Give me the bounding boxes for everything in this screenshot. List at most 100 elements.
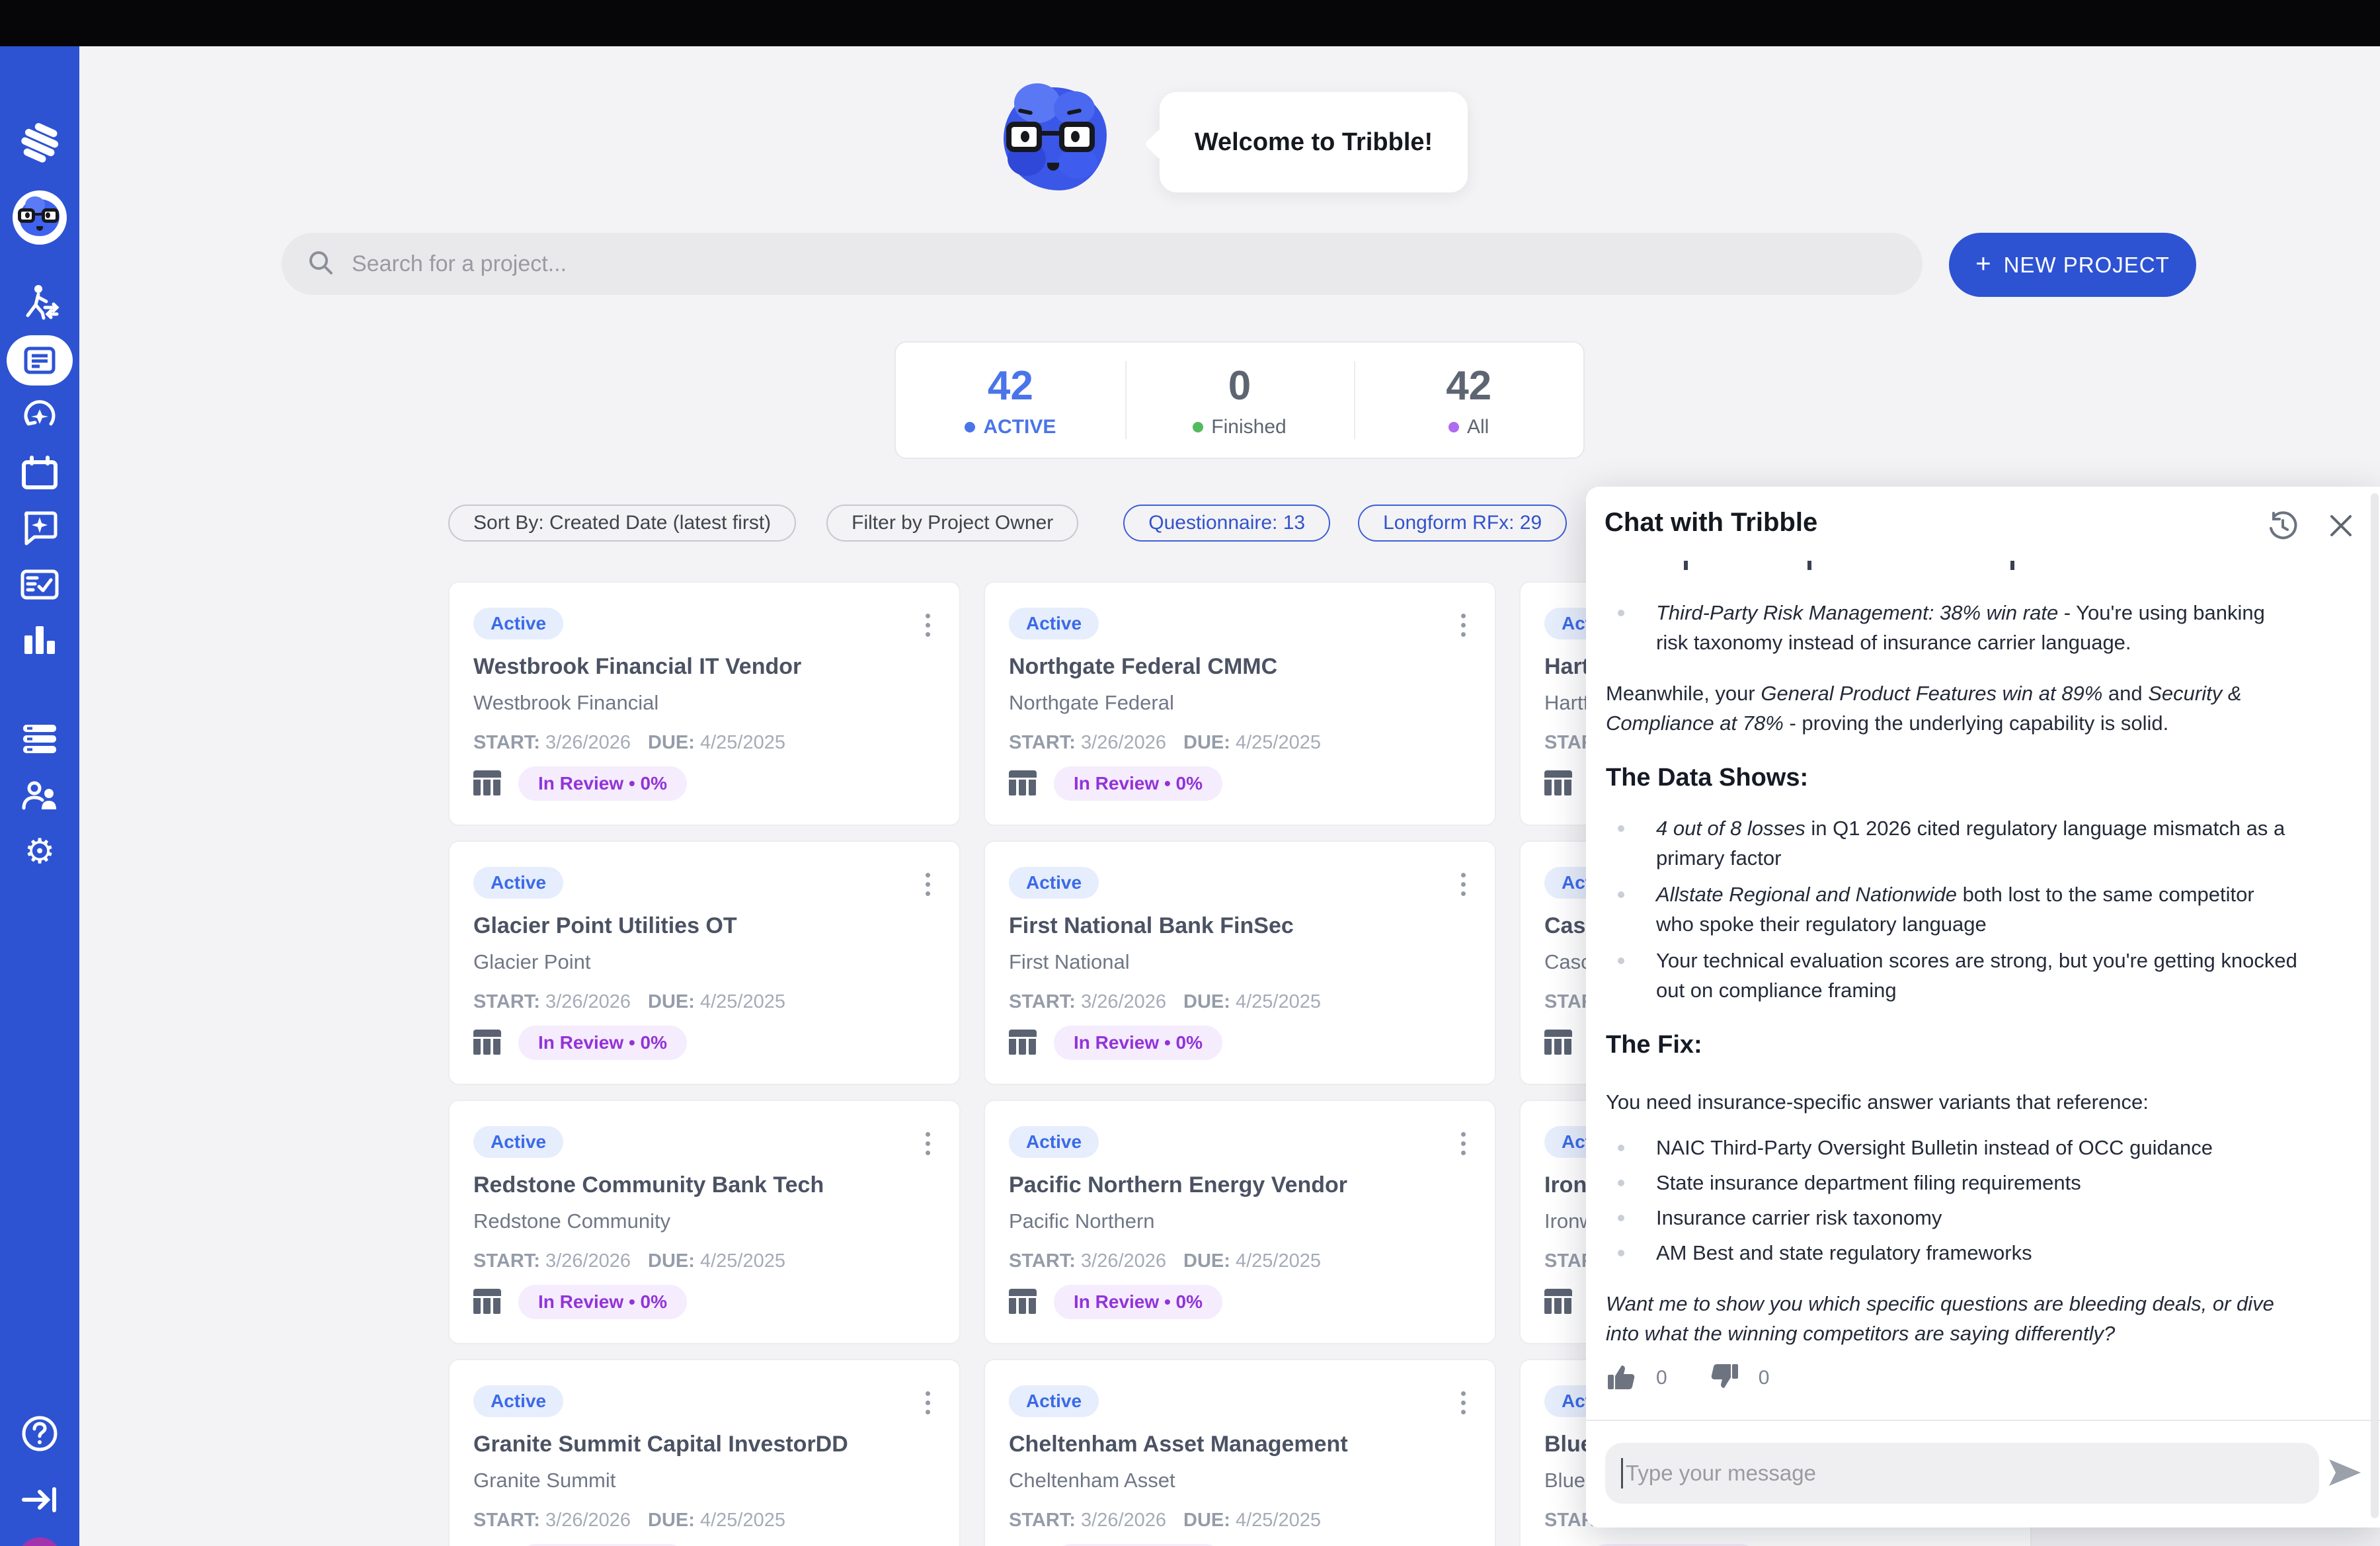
- stat-active[interactable]: 42 ACTIVE: [896, 343, 1125, 458]
- project-title: Westbrook Financial IT Vendor: [473, 654, 801, 680]
- all-dot: [1448, 422, 1459, 432]
- checklist-icon[interactable]: [0, 561, 79, 608]
- project-client: Redstone Community: [473, 1209, 670, 1233]
- card-menu-button[interactable]: [1448, 606, 1478, 643]
- due-label: DUE:: [648, 732, 695, 753]
- project-card[interactable]: Active Granite Summit Capital InvestorDD…: [448, 1359, 961, 1546]
- table-icon: [1544, 1289, 1572, 1315]
- project-search[interactable]: [282, 233, 1923, 295]
- sync-sparkle-icon[interactable]: [0, 393, 79, 440]
- history-icon[interactable]: [2267, 510, 2299, 542]
- sidebar: ⚙ TK: [0, 46, 79, 1546]
- settings-gear-icon[interactable]: ⚙: [0, 828, 79, 875]
- status-badge: Active: [1009, 867, 1099, 899]
- project-client: Westbrook Financial: [473, 691, 658, 715]
- project-dates: START: 3/26/2026DUE: 4/25/2025: [473, 991, 785, 1013]
- status-badge: Active: [1009, 1385, 1099, 1417]
- chat-bullet: Your technical evaluation scores are str…: [1606, 946, 2297, 1005]
- project-title: First National Bank FinSec: [1009, 913, 1294, 939]
- start-date: 3/26/2026: [545, 732, 631, 753]
- close-icon[interactable]: [2325, 510, 2357, 542]
- search-input[interactable]: [352, 251, 1806, 277]
- chat-message-input[interactable]: [1626, 1461, 2274, 1486]
- help-icon[interactable]: [0, 1410, 79, 1457]
- questionnaire-chip[interactable]: Questionnaire: 13: [1123, 505, 1330, 542]
- card-menu-button[interactable]: [1448, 1384, 1478, 1421]
- fix-list: NAIC Third-Party Oversight Bulletin inst…: [1606, 1133, 2297, 1268]
- status-badge: Active: [1009, 608, 1099, 639]
- due-label: DUE:: [1183, 1510, 1230, 1531]
- thumbs-down-icon[interactable]: [1708, 1362, 1740, 1393]
- welcome-text: Welcome to Tribble!: [1195, 128, 1433, 157]
- project-dates: START: 3/26/2026DUE: 4/25/2025: [1009, 991, 1321, 1013]
- project-card[interactable]: Active Northgate Federal CMMC Northgate …: [984, 581, 1496, 826]
- sidebar-item-projects-selected[interactable]: [0, 335, 79, 386]
- project-card[interactable]: Active Cheltenham Asset Management Chelt…: [984, 1359, 1496, 1546]
- sign-out-icon[interactable]: [0, 1476, 79, 1524]
- start-label: START:: [1009, 991, 1076, 1012]
- project-client: Granite Summit: [473, 1469, 615, 1492]
- calendar-icon[interactable]: [0, 450, 79, 497]
- tribble-assistant-icon[interactable]: [0, 189, 79, 246]
- table-icon: [473, 770, 501, 797]
- due-date: 4/25/2025: [1236, 991, 1321, 1012]
- chat-scrollbar[interactable]: [2371, 493, 2379, 1518]
- start-date: 3/26/2026: [1081, 1250, 1166, 1272]
- tribble-logo-icon[interactable]: [0, 112, 79, 173]
- table-icon: [1544, 770, 1572, 797]
- project-card[interactable]: Active Glacier Point Utilities OT Glacie…: [448, 840, 961, 1085]
- start-date: 3/26/2026: [545, 1510, 631, 1531]
- finished-label: Finished: [1211, 416, 1286, 438]
- project-title: Hart: [1544, 654, 1589, 680]
- card-menu-button[interactable]: [913, 1125, 942, 1162]
- project-client: Northgate Federal: [1009, 691, 1174, 715]
- stat-all[interactable]: 42 All: [1354, 343, 1583, 458]
- chat-panel: Chat with Tribble Third-Party Risk Manag…: [1586, 487, 2380, 1527]
- user-avatar[interactable]: TK: [0, 1535, 79, 1546]
- text-cursor: [1621, 1458, 1623, 1488]
- people-icon[interactable]: [0, 772, 79, 820]
- bar-chart-icon[interactable]: [0, 616, 79, 664]
- status-badge: Active: [1009, 1126, 1099, 1158]
- chat-input-box[interactable]: [1605, 1443, 2319, 1504]
- new-project-button[interactable]: + NEW PROJECT: [1949, 233, 2196, 297]
- project-card[interactable]: Active Redstone Community Bank Tech Reds…: [448, 1100, 961, 1344]
- all-count: 42: [1446, 362, 1491, 409]
- project-card[interactable]: Active Westbrook Financial IT Vendor Wes…: [448, 581, 961, 826]
- thumbs-up-icon[interactable]: [1606, 1362, 1638, 1393]
- stat-finished[interactable]: 0 Finished: [1125, 343, 1355, 458]
- filter-owner-chip[interactable]: Filter by Project Owner: [826, 505, 1078, 542]
- send-icon[interactable]: [2328, 1458, 2362, 1487]
- handoff-walk-icon[interactable]: [0, 279, 79, 328]
- due-date: 4/25/2025: [700, 991, 785, 1012]
- due-date: 4/25/2025: [1236, 1250, 1321, 1272]
- project-dates: START: 3/26/2026DUE: 4/25/2025: [1009, 1510, 1321, 1531]
- chat-heading-data-shows: The Data Shows:: [1606, 760, 2297, 795]
- card-menu-button[interactable]: [913, 866, 942, 903]
- chat-bullet: 4 out of 8 losses in Q1 2026 cited regul…: [1606, 813, 2297, 873]
- card-menu-button[interactable]: [913, 606, 942, 643]
- project-card[interactable]: Active First National Bank FinSec First …: [984, 840, 1496, 1085]
- chat-heading-fix: The Fix:: [1606, 1028, 2297, 1062]
- welcome-bubble: Welcome to Tribble!: [1160, 92, 1468, 192]
- chat-sparkle-icon[interactable]: [0, 504, 79, 551]
- status-badge: Active: [473, 608, 563, 639]
- longform-rfx-chip[interactable]: Longform RFx: 29: [1358, 505, 1567, 542]
- status-badge: Active: [473, 1126, 563, 1158]
- plus-icon: +: [1975, 249, 1991, 279]
- project-dates: START: 3/26/2026DUE: 4/25/2025: [473, 1250, 785, 1272]
- start-date: 3/26/2026: [1081, 732, 1166, 753]
- card-menu-button[interactable]: [913, 1384, 942, 1421]
- project-client: Casc: [1544, 950, 1591, 974]
- table-icon: [1544, 1030, 1572, 1056]
- project-title: Cheltenham Asset Management: [1009, 1432, 1348, 1457]
- due-date: 4/25/2025: [700, 732, 785, 753]
- servers-icon[interactable]: [0, 715, 79, 763]
- project-card[interactable]: Active Pacific Northern Energy Vendor Pa…: [984, 1100, 1496, 1344]
- app-root: ⚙ TK Welcome to Tribble!: [0, 0, 2380, 1546]
- sort-by-chip[interactable]: Sort By: Created Date (latest first): [448, 505, 796, 542]
- card-menu-button[interactable]: [1448, 866, 1478, 903]
- project-title: Granite Summit Capital InvestorDD: [473, 1432, 848, 1457]
- thumbs-down-count: 0: [1759, 1363, 1770, 1393]
- card-menu-button[interactable]: [1448, 1125, 1478, 1162]
